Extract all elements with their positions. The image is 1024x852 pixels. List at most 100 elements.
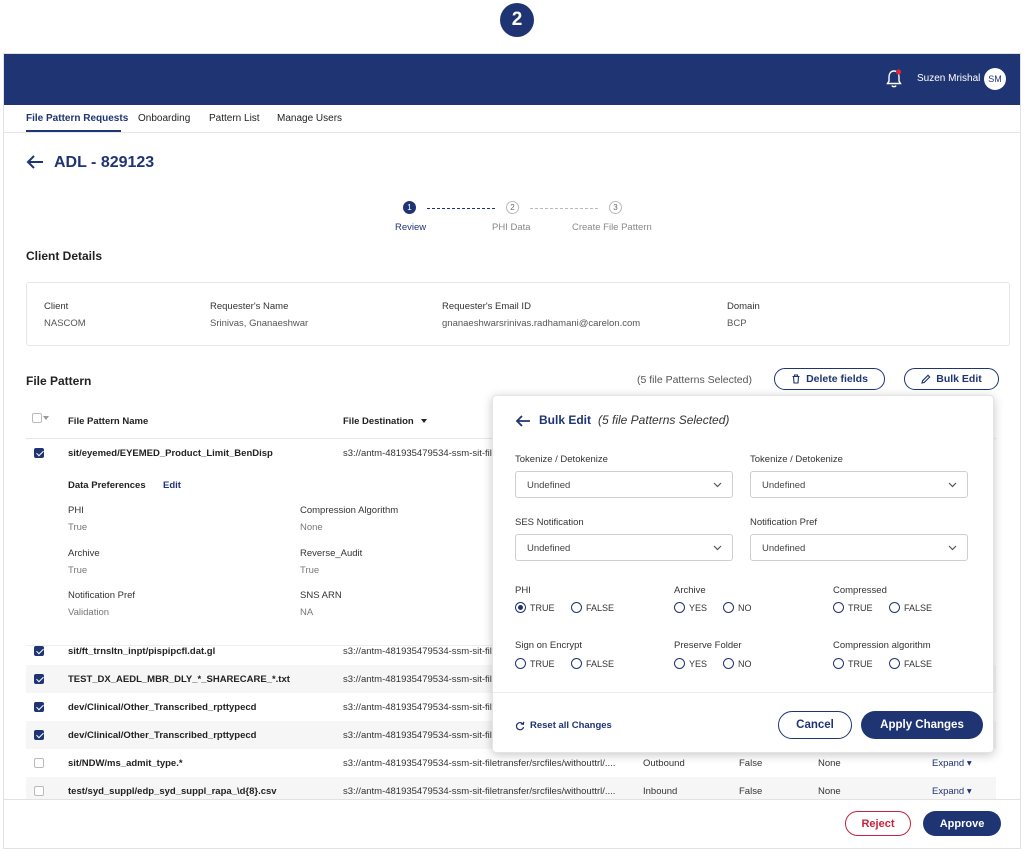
tab-pattern-list[interactable]: Pattern List [209, 113, 260, 124]
column-header-destination[interactable]: File Destination [343, 416, 414, 427]
cancel-button[interactable]: Cancel [778, 711, 852, 739]
row-checkbox[interactable] [34, 448, 44, 458]
compression-algorithm-radio-label: Compression algorithm [833, 640, 931, 651]
step-number-badge: 2 [500, 3, 534, 37]
row-file-pattern-name: dev/Clinical/Other_Transcribed_rpttypecd [68, 730, 257, 741]
row-expand-link[interactable]: Expand ▾ [932, 758, 972, 769]
requester-name-value: Srinivas, Gnanaeshwar [210, 318, 309, 329]
compressed-radio-label: Compressed [833, 585, 887, 596]
bulk-edit-button[interactable]: Bulk Edit [904, 368, 999, 390]
client-details-title: Client Details [26, 249, 103, 263]
pref-notification-value: Validation [68, 607, 110, 618]
phi-false-text: FALSE [586, 603, 615, 613]
pref-archive-value: True [68, 565, 88, 576]
row-checkbox[interactable] [34, 786, 44, 796]
tokenize-select-2[interactable]: Undefined [750, 471, 968, 498]
pencil-icon [921, 374, 931, 384]
tokenize-label-2: Tokenize / Detokenize [750, 454, 843, 465]
compression-algorithm-true-radio[interactable] [833, 658, 844, 669]
compression-algorithm-false-radio[interactable] [889, 658, 900, 669]
main-nav-tabs: File Pattern Requests Onboarding Pattern… [4, 105, 1020, 133]
domain-value: BCP [727, 318, 747, 329]
preserve-folder-no-radio[interactable] [723, 658, 734, 669]
data-preferences-title: Data Preferences [68, 480, 146, 491]
row-direction: Inbound [643, 786, 678, 797]
domain-label: Domain [727, 301, 760, 312]
row-file-destination: s3://antm-481935479534-ssm-sit-filetrans… [343, 758, 616, 769]
back-arrow-icon[interactable] [26, 154, 44, 170]
compression-algorithm-false-text: FALSE [904, 659, 933, 669]
pref-archive-label: Archive [68, 548, 100, 559]
file-pattern-title: File Pattern [26, 374, 92, 388]
pref-compression-value: None [300, 522, 323, 533]
requester-name-label: Requester's Name [210, 301, 289, 312]
row-file-pattern-name: sit/eyemed/EYEMED_Product_Limit_BenDisp [68, 448, 273, 459]
chevron-down-icon [948, 482, 957, 488]
user-avatar[interactable]: SM [984, 68, 1006, 90]
ses-notification-value: Undefined [527, 543, 571, 554]
table-row[interactable]: sit/NDW/ms_admit_type.* s3://antm-481935… [26, 749, 996, 777]
row-checkbox[interactable] [34, 702, 44, 712]
row-file-destination: s3://antm-481935479534-ssm-sit-fil [343, 646, 492, 657]
reset-all-changes-link[interactable]: Reset all Changes [515, 720, 612, 731]
delete-fields-button[interactable]: Delete fields [774, 368, 885, 390]
pref-sns-arn-label: SNS ARN [300, 590, 342, 601]
row-checkbox[interactable] [34, 758, 44, 768]
compressed-true-text: TRUE [848, 603, 873, 613]
row-file-pattern-name: test/syd_suppl/edp_syd_suppl_rapa_\d{8}.… [68, 786, 277, 797]
stepper-connector [530, 208, 598, 209]
tab-file-pattern-requests[interactable]: File Pattern Requests [26, 113, 128, 124]
compressed-true-radio[interactable] [833, 602, 844, 613]
row-checkbox[interactable] [34, 646, 44, 656]
selected-count-text: (5 file Patterns Selected) [637, 374, 752, 386]
row-file-destination: s3://antm-481935479534-ssm-sit-fil [343, 730, 492, 741]
tab-manage-users[interactable]: Manage Users [277, 113, 342, 124]
row-file-destination: s3://antm-481935479534-ssm-sit-fil [343, 448, 492, 459]
notification-pref-select[interactable]: Undefined [750, 534, 968, 561]
tab-onboarding[interactable]: Onboarding [138, 113, 190, 124]
delete-fields-label: Delete fields [806, 373, 868, 385]
compressed-false-radio[interactable] [889, 602, 900, 613]
data-preferences-edit-link[interactable]: Edit [163, 480, 181, 491]
archive-yes-radio[interactable] [674, 602, 685, 613]
chevron-down-icon [713, 482, 722, 488]
stepper-label-review: Review [395, 222, 427, 233]
pref-notification-label: Notification Pref [68, 590, 136, 601]
apply-changes-button[interactable]: Apply Changes [861, 711, 983, 739]
bulk-edit-title: Bulk Edit [539, 413, 592, 427]
row-file-pattern-name: dev/Clinical/Other_Transcribed_rpttypecd [68, 702, 257, 713]
row-checkbox[interactable] [34, 730, 44, 740]
sort-caret-icon[interactable] [421, 419, 427, 423]
row-checkbox[interactable] [34, 674, 44, 684]
row-file-pattern-name: sit/ft_trnsltn_inpt/pispipcfl.dat.gl [68, 646, 216, 657]
phi-true-radio[interactable] [515, 602, 526, 613]
preserve-folder-yes-radio[interactable] [674, 658, 685, 669]
tokenize-select-value: Undefined [527, 480, 571, 491]
row-file-pattern-name: sit/NDW/ms_admit_type.* [68, 758, 183, 769]
row-file-destination: s3://antm-481935479534-ssm-sit-filetrans… [343, 786, 616, 797]
phi-false-radio[interactable] [571, 602, 582, 613]
row-expand-link[interactable]: Expand ▾ [932, 786, 972, 797]
bulk-edit-panel: Bulk Edit (5 file Patterns Selected) Tok… [492, 395, 994, 753]
ses-notification-select[interactable]: Undefined [515, 534, 733, 561]
tokenize-label: Tokenize / Detokenize [515, 454, 608, 465]
stepper-label-phi-data: PHI Data [492, 222, 531, 233]
sign-on-encrypt-true-radio[interactable] [515, 658, 526, 669]
sign-on-encrypt-false-radio[interactable] [571, 658, 582, 669]
row-flag: False [739, 786, 763, 797]
footer-action-bar: Reject Approve [4, 799, 1020, 848]
back-arrow-icon[interactable] [515, 414, 531, 428]
row-compression: None [818, 786, 841, 797]
ses-notification-label: SES Notification [515, 517, 584, 528]
user-name: Suzen Mrishal [917, 73, 981, 84]
archive-no-radio[interactable] [723, 602, 734, 613]
pref-reverse-audit-value: True [300, 565, 320, 576]
approve-button[interactable]: Approve [923, 811, 1001, 836]
notification-bell-icon[interactable] [886, 69, 902, 89]
reject-button[interactable]: Reject [845, 811, 911, 836]
column-header-name[interactable]: File Pattern Name [68, 416, 148, 427]
compressed-false-text: FALSE [904, 603, 933, 613]
caret-down-icon[interactable] [43, 416, 49, 420]
select-all-checkbox[interactable] [32, 413, 42, 423]
tokenize-select[interactable]: Undefined [515, 471, 733, 498]
